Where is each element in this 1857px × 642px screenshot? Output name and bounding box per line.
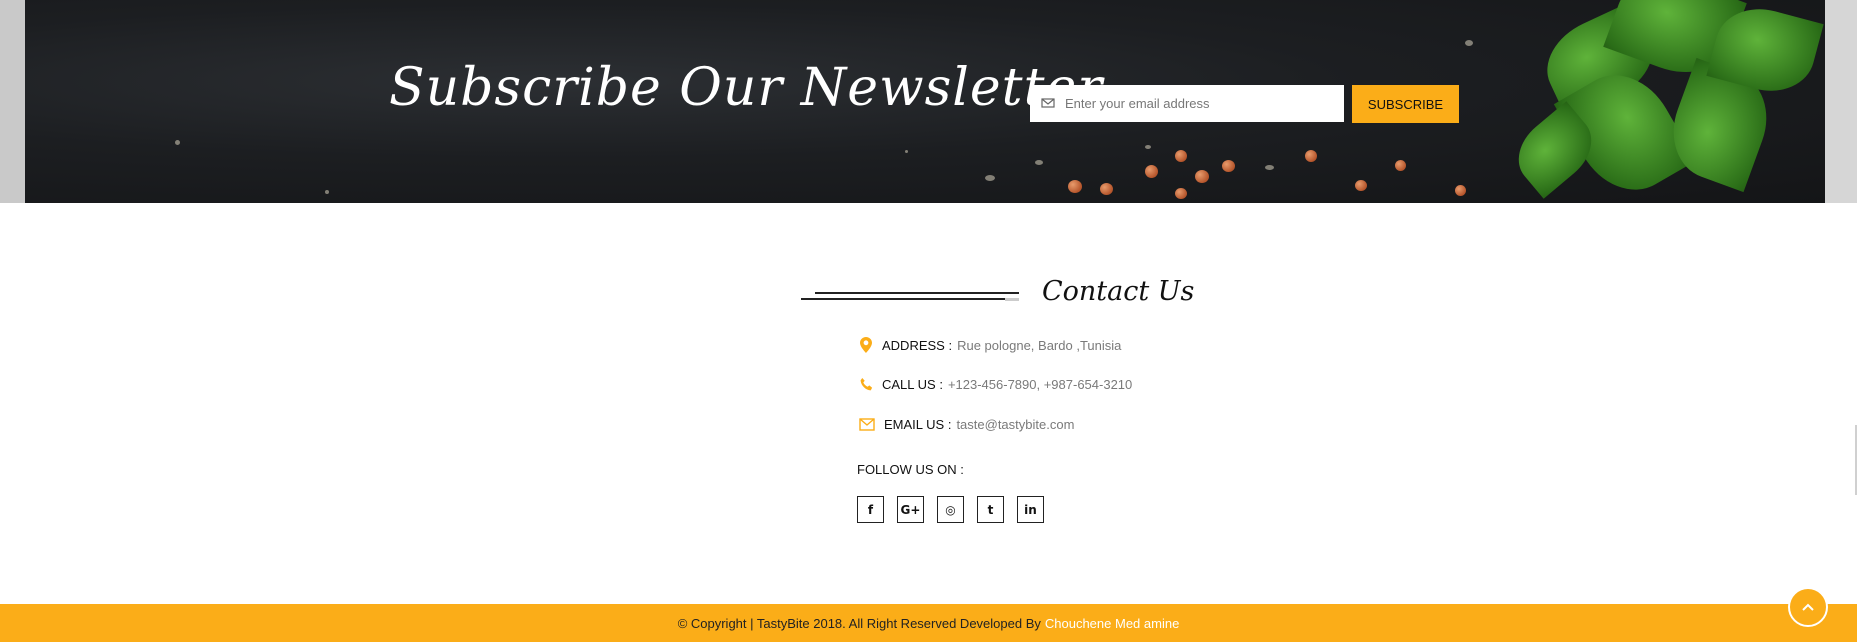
decor-speck xyxy=(175,140,180,145)
address-label: ADDRESS : xyxy=(882,337,953,353)
decor-lentil xyxy=(1100,183,1113,195)
newsletter-email-input[interactable] xyxy=(1063,87,1343,120)
contact-title: Contact Us xyxy=(1042,276,1195,307)
decor-lentil xyxy=(1305,150,1317,162)
copyright-text: © Copyright | TastyBite 2018. All Right … xyxy=(677,615,1041,631)
decor-speck xyxy=(1465,40,1473,46)
linkedin-icon[interactable]: in xyxy=(1017,496,1044,523)
decor-lentil xyxy=(1195,170,1209,183)
decor-lentil xyxy=(1222,160,1235,172)
footer-bar: © Copyright | TastyBite 2018. All Right … xyxy=(0,604,1857,642)
call-value: +123-456-7890, +987-654-3210 xyxy=(947,376,1133,392)
envelope-icon xyxy=(1041,96,1057,112)
heading-divider xyxy=(815,292,1019,294)
subscribe-button[interactable]: SUBSCRIBE xyxy=(1352,85,1459,123)
heading-divider xyxy=(801,298,1019,300)
right-gutter xyxy=(1825,0,1857,203)
decor-speck xyxy=(325,190,329,194)
decor-lentil xyxy=(1175,188,1187,199)
developer-link[interactable]: Chouchene Med amine xyxy=(1045,616,1179,631)
call-label: CALL US : xyxy=(882,376,943,392)
facebook-icon[interactable]: f xyxy=(857,496,884,523)
email-row: EMAIL US : taste@tastybite.com xyxy=(857,415,1074,433)
decor-lentil xyxy=(1455,185,1466,196)
email-label: EMAIL US : xyxy=(884,416,952,432)
newsletter-email-field[interactable] xyxy=(1030,85,1344,122)
decor-lentil xyxy=(1355,180,1367,191)
decor-speck xyxy=(1265,165,1274,170)
map-marker-icon xyxy=(857,336,875,354)
social-links: f G+ ◎ t in xyxy=(857,496,1044,523)
address-row: ADDRESS : Rue pologne, Bardo ,Tunisia xyxy=(857,336,1121,354)
envelope-icon xyxy=(857,415,877,433)
google-plus-icon[interactable]: G+ xyxy=(897,496,924,523)
decor-speck xyxy=(985,175,995,181)
back-to-top-button[interactable] xyxy=(1788,587,1828,627)
heading-divider xyxy=(1005,298,1019,301)
phone-icon xyxy=(857,375,875,393)
address-value: Rue pologne, Bardo ,Tunisia xyxy=(957,337,1122,353)
decor-speck xyxy=(1035,160,1043,165)
decor-speck xyxy=(1145,145,1151,149)
email-value[interactable]: taste@tastybite.com xyxy=(956,417,1074,432)
decor-lentil xyxy=(1175,150,1187,162)
newsletter-title: Subscribe Our Newsletter xyxy=(389,58,1104,118)
phone-row: CALL US : +123-456-7890, +987-654-3210 xyxy=(857,375,1132,393)
contact-heading: Contact Us xyxy=(801,270,1194,310)
chevron-up-icon xyxy=(1801,602,1815,612)
decor-lentil xyxy=(1068,180,1082,193)
newsletter-banner: Subscribe Our Newsletter xyxy=(25,0,1825,203)
decor-lentil xyxy=(1395,160,1406,171)
follow-label: FOLLOW US ON : xyxy=(857,462,964,477)
decor-lentil xyxy=(1145,165,1158,178)
twitter-icon[interactable]: t xyxy=(977,496,1004,523)
instagram-icon[interactable]: ◎ xyxy=(937,496,964,523)
left-gutter xyxy=(0,0,25,203)
decor-speck xyxy=(905,150,908,153)
